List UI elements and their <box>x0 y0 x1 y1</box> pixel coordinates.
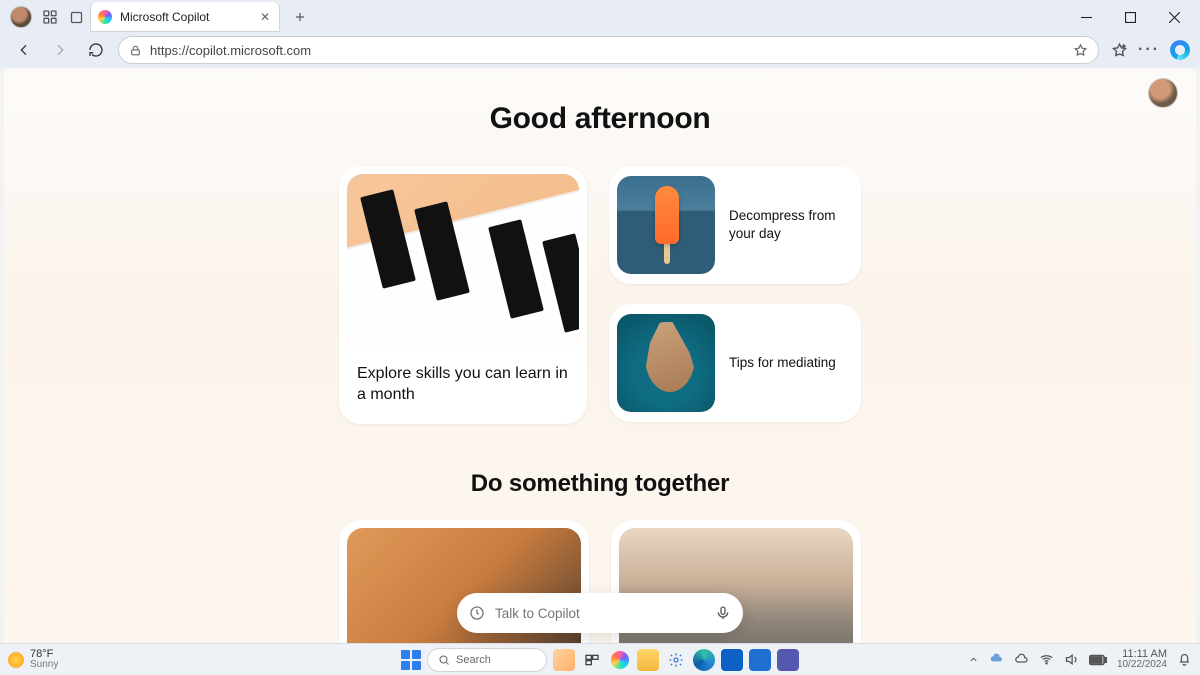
taskbar-weather[interactable]: 78°F Sunny <box>8 649 58 670</box>
url-text: https://copilot.microsoft.com <box>150 43 311 58</box>
taskbar-app-teams[interactable] <box>777 649 799 671</box>
clock-date: 10/22/2024 <box>1117 660 1167 670</box>
microphone-icon[interactable] <box>715 605 731 621</box>
taskbar-app-edge[interactable] <box>693 649 715 671</box>
card-label: Decompress from your day <box>729 207 847 242</box>
workspaces-icon[interactable] <box>42 9 58 25</box>
window-close-button[interactable] <box>1152 1 1196 33</box>
history-icon[interactable] <box>469 605 485 621</box>
piano-image <box>347 174 579 350</box>
tray-battery-icon[interactable] <box>1089 654 1107 666</box>
tab-title: Microsoft Copilot <box>120 10 209 24</box>
browser-tab[interactable]: Microsoft Copilot ✕ <box>90 2 280 32</box>
suggestion-card-decompress[interactable]: Decompress from your day <box>609 166 861 284</box>
tray-volume-icon[interactable] <box>1064 652 1079 667</box>
taskbar-search-placeholder: Search <box>456 654 491 666</box>
taskbar-app-settings[interactable] <box>665 649 687 671</box>
card-label: Explore skills you can learn in a month <box>347 350 579 406</box>
new-tab-button[interactable] <box>286 3 314 31</box>
window-maximize-button[interactable] <box>1108 1 1152 33</box>
window-minimize-button[interactable] <box>1064 1 1108 33</box>
browser-titlebar: Microsoft Copilot ✕ <box>0 0 1200 34</box>
browser-toolbar: https://copilot.microsoft.com ··· <box>0 34 1200 68</box>
forward-button[interactable] <box>46 36 74 64</box>
suggestion-card-mediating[interactable]: Tips for mediating <box>609 304 861 422</box>
start-button[interactable] <box>401 650 421 670</box>
taskbar-app-copilot[interactable] <box>609 649 631 671</box>
taskbar-search[interactable]: Search <box>427 648 547 672</box>
account-avatar[interactable] <box>1148 78 1178 108</box>
hand-water-image <box>617 314 715 412</box>
tray-onedrive-icon[interactable] <box>989 652 1004 667</box>
taskbar-app-outlook[interactable] <box>749 649 771 671</box>
back-button[interactable] <box>10 36 38 64</box>
taskbar-app-1[interactable] <box>553 649 575 671</box>
copilot-input[interactable] <box>495 606 705 621</box>
taskbar-app-explorer[interactable] <box>637 649 659 671</box>
sun-icon <box>8 652 24 668</box>
talk-to-copilot-bar[interactable] <box>457 593 743 633</box>
suggestion-card-explore-skills[interactable]: Explore skills you can learn in a month <box>339 166 587 424</box>
taskbar-app-store[interactable] <box>721 649 743 671</box>
tray-cloud-icon[interactable] <box>1014 652 1029 667</box>
favorite-star-icon[interactable] <box>1073 43 1088 58</box>
tray-notifications-icon[interactable] <box>1177 652 1192 667</box>
tray-chevron-icon[interactable] <box>968 654 979 665</box>
favorites-icon[interactable] <box>1111 42 1128 59</box>
windows-taskbar: 78°F Sunny Search <box>0 643 1200 675</box>
section-heading: Do something together <box>4 470 1196 498</box>
weather-desc: Sunny <box>30 660 58 670</box>
popsicle-image <box>617 176 715 274</box>
copilot-sidebar-icon[interactable] <box>1170 40 1190 60</box>
page-content: Good afternoon Explore skills you can le… <box>4 68 1196 643</box>
close-tab-button[interactable]: ✕ <box>260 10 270 24</box>
tab-actions-icon[interactable] <box>68 9 84 25</box>
taskbar-app-task-view[interactable] <box>581 649 603 671</box>
address-bar[interactable]: https://copilot.microsoft.com <box>118 36 1099 64</box>
refresh-button[interactable] <box>82 36 110 64</box>
lock-icon <box>129 44 142 57</box>
tray-wifi-icon[interactable] <box>1039 652 1054 667</box>
taskbar-clock[interactable]: 11:11 AM 10/22/2024 <box>1117 649 1167 670</box>
browser-menu-icon[interactable]: ··· <box>1138 41 1160 59</box>
profile-avatar-icon[interactable] <box>10 6 32 28</box>
copilot-favicon-icon <box>98 10 112 24</box>
card-label: Tips for mediating <box>729 354 836 372</box>
greeting-heading: Good afternoon <box>4 68 1196 136</box>
